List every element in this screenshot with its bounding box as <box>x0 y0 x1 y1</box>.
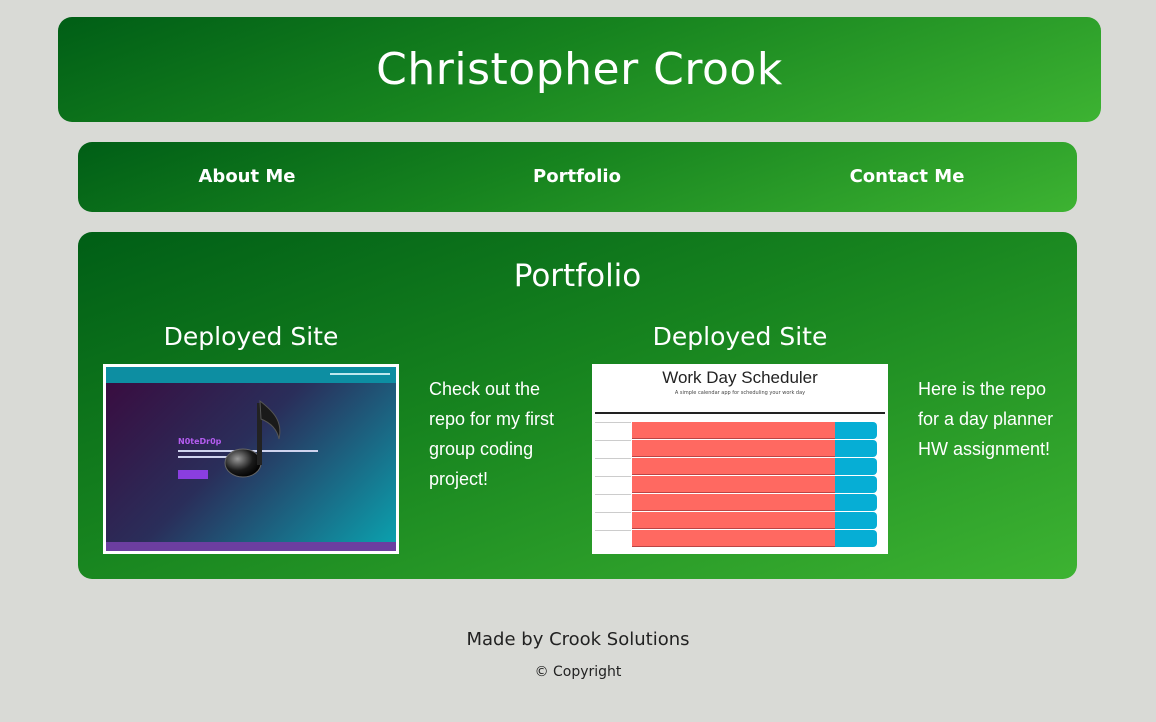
site-title: Christopher Crook <box>376 44 783 95</box>
schedule-row <box>595 476 877 493</box>
thumbnail-navbar <box>106 367 396 383</box>
thumbnail-footer <box>106 542 396 551</box>
project-title: Deployed Site <box>652 322 828 351</box>
thumbnail-button <box>178 470 208 479</box>
portfolio-heading: Portfolio <box>513 258 642 294</box>
footer-made-by: Made by Crook Solutions <box>466 629 690 650</box>
thumbnail-nav-links <box>330 373 390 375</box>
nav-contact-me[interactable]: Contact Me <box>850 142 965 212</box>
project-thumbnail-notedrop[interactable]: N0teDr0p <box>103 364 399 554</box>
main-nav: About Me Portfolio Contact Me <box>78 142 1077 212</box>
schedule-row <box>595 422 877 439</box>
schedule-row <box>595 530 877 547</box>
nav-portfolio[interactable]: Portfolio <box>533 142 621 212</box>
schedule-row <box>595 458 877 475</box>
portfolio-section: Portfolio Deployed Site N0teDr0p Check o… <box>78 232 1077 579</box>
project-title: Deployed Site <box>163 322 339 351</box>
thumbnail-divider <box>595 412 885 414</box>
project-description: Here is the repo for a day planner HW as… <box>918 379 1054 459</box>
schedule-row <box>595 512 877 529</box>
project-description: Check out the repo for my first group co… <box>429 379 555 489</box>
schedule-row <box>595 440 877 457</box>
thumbnail-subtitle: A simple calendar app for scheduling you… <box>674 390 806 396</box>
site-header: Christopher Crook <box>58 17 1101 122</box>
thumbnail-app-name: Work Day Scheduler <box>662 368 818 387</box>
footer-copyright: © Copyright <box>534 664 622 680</box>
schedule-row <box>595 494 877 511</box>
project-thumbnail-scheduler[interactable]: Work Day Scheduler A simple calendar app… <box>592 364 888 554</box>
nav-about-me[interactable]: About Me <box>199 142 296 212</box>
thumbnail-app-name: N0teDr0p <box>178 437 222 446</box>
music-note-icon <box>224 399 281 478</box>
